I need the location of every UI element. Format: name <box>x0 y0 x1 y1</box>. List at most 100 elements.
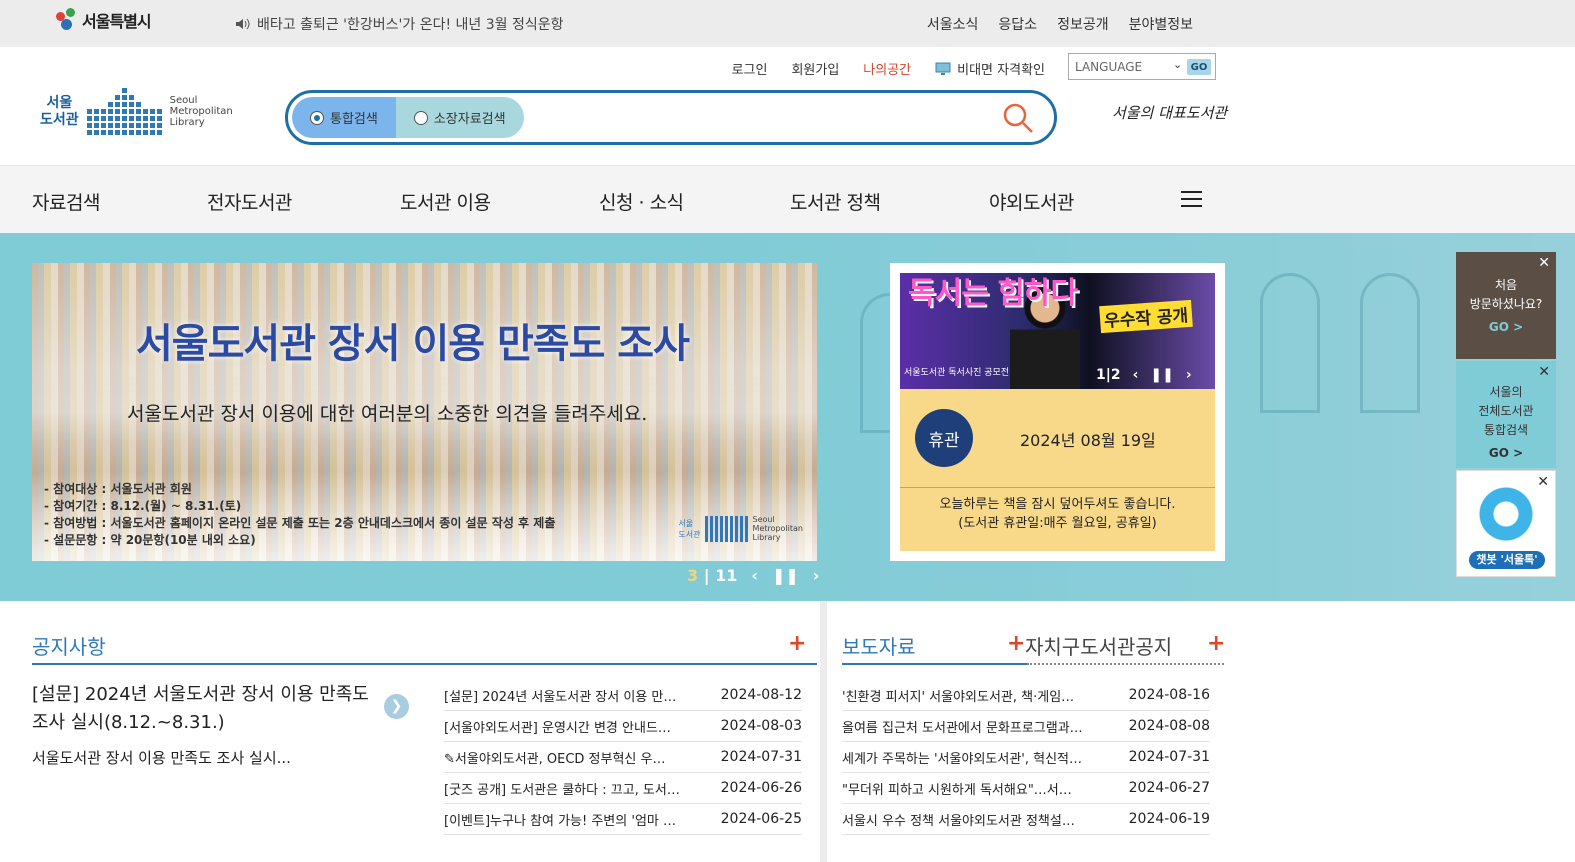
close-icon[interactable]: ✕ <box>1538 363 1550 382</box>
list-item[interactable]: ✎서울야외도서관, OECD 정부혁신 우… 2024-07-31 <box>444 742 802 773</box>
logo-dot <box>93 123 99 128</box>
pause-icon[interactable]: ❚❚ <box>1150 367 1173 383</box>
logo-dot <box>128 102 134 107</box>
logo-dot <box>87 88 92 93</box>
logo-dot <box>86 116 92 121</box>
search-tab-holdings-label: 소장자료검색 <box>433 112 506 127</box>
logo-dot <box>94 95 99 100</box>
logo-dot <box>121 95 127 100</box>
pause-icon[interactable]: ❚❚ <box>772 566 799 585</box>
login-link[interactable]: 로그인 <box>732 59 768 78</box>
seoul-city-logo[interactable]: 서울특별시 <box>56 8 152 32</box>
logo-dot <box>150 102 155 107</box>
unified-line2: 전체도서관 <box>1478 404 1534 418</box>
tab-district-library[interactable]: 자치구도서관공지 <box>1025 631 1172 660</box>
nav-item-e-library[interactable]: 전자도서관 <box>207 188 292 215</box>
notice-item-title: 서울야외도서관, OECD 정부혁신 우… <box>454 751 666 767</box>
logo-dot <box>107 123 113 128</box>
plus-icon[interactable]: + <box>1207 631 1225 656</box>
chevron-right-icon[interactable]: › <box>1186 367 1192 383</box>
main-banner[interactable]: 서울도서관 장서 이용 만족도 조사 서울도서관 장서 이용에 대한 여러분의 … <box>32 263 817 561</box>
my-space-link[interactable]: 나의공간 <box>863 59 911 78</box>
side-page-counter: 1|2 <box>1096 367 1121 383</box>
unified-go[interactable]: GO > <box>1456 444 1556 463</box>
menu-icon[interactable] <box>1181 191 1202 212</box>
banner-detail: - 참여기간 : 8.12.(월) ~ 8.31.(토) <box>44 499 242 513</box>
logo-dot <box>150 95 155 100</box>
logo-dot <box>142 123 148 128</box>
nav-item-outdoor-library[interactable]: 야외도서관 <box>989 188 1074 215</box>
chevron-left-icon[interactable]: ‹ <box>751 566 758 585</box>
window-decoration <box>1360 273 1420 413</box>
notice-title[interactable]: 공지사항 <box>32 631 106 660</box>
top-link-eungdapso[interactable]: 응답소 <box>998 14 1037 34</box>
closed-badge: 휴관 <box>915 409 973 467</box>
list-item[interactable]: [서울야외도서관] 운영시간 변경 안내드… 2024-08-03 <box>444 711 802 742</box>
list-item[interactable]: 서울시 우수 정책 서울야외도서관 정책설… 2024-06-19 <box>842 804 1210 835</box>
first-visit-go[interactable]: GO > <box>1456 318 1556 337</box>
list-item[interactable]: '친환경 피서지' 서울야외도서관, 책·게임… 2024-08-16 <box>842 680 1210 711</box>
featured-notice-title[interactable]: [설문] 2024년 서울도서관 장서 이용 만족도 조사 실시(8.12.~8… <box>32 681 382 737</box>
plus-icon[interactable]: + <box>788 631 806 656</box>
list-item[interactable]: "무더위 피하고 시원하게 독서해요"…서… 2024-06-27 <box>842 773 1210 804</box>
logo-dot <box>149 116 155 121</box>
list-item[interactable]: 세계가 주목하는 '서울야외도서관', 혁신적… 2024-07-31 <box>842 742 1210 773</box>
quick-menu: ✕ 처음 방문하셨나요? GO > ✕ 서울의 전체도서관 통합검색 GO > … <box>1456 252 1556 579</box>
slogan-text: 서울의 대표도서관 <box>1112 104 1228 122</box>
join-link[interactable]: 회원가입 <box>791 59 839 78</box>
nav-item-policy[interactable]: 도서관 정책 <box>790 188 881 215</box>
top-link-info-disclosure[interactable]: 정보공개 <box>1057 14 1109 34</box>
logo-dot <box>128 123 134 128</box>
logo-dot <box>135 123 141 128</box>
search-tab-holdings[interactable]: 소장자료검색 <box>395 97 524 138</box>
language-select[interactable]: LANGUAGE ⌄ GO <box>1068 53 1216 80</box>
close-icon[interactable]: ✕ <box>1537 473 1549 492</box>
top-notice-text: 배타고 출퇴근 '한강버스'가 온다! 내년 3월 정식운항 <box>257 17 564 33</box>
nav-item-library-use[interactable]: 도서관 이용 <box>400 188 491 215</box>
tab-press[interactable]: 보도자료 <box>842 631 916 660</box>
top-notice[interactable]: 배타고 출퇴근 '한강버스'가 온다! 내년 3월 정식운항 <box>235 14 564 34</box>
logo-dot <box>149 109 155 114</box>
logo-dot <box>142 130 148 135</box>
list-item[interactable]: [굿즈 공개] 도서관은 쿨하다 : 끄고, 도서… 2024-06-26 <box>444 773 802 804</box>
chevron-right-icon[interactable]: › <box>813 566 820 585</box>
first-visit-quick[interactable]: ✕ 처음 방문하셨나요? GO > <box>1456 252 1556 359</box>
notice-item-title: [굿즈 공개] 도서관은 쿨하다 : 끄고, 도서… <box>444 782 680 798</box>
press-item-date: 2024-06-27 <box>1128 780 1210 796</box>
list-item[interactable]: 올여름 집근처 도서관에서 문화프로그램과… 2024-08-08 <box>842 711 1210 742</box>
top-link-news[interactable]: 서울소식 <box>927 14 979 34</box>
chevron-left-icon[interactable]: ‹ <box>1133 367 1139 383</box>
search-button[interactable] <box>1002 102 1034 138</box>
verify-link[interactable]: 비대면 자격확인 <box>935 59 1045 78</box>
logo-dot <box>136 88 141 93</box>
list-item[interactable]: [설문] 2024년 서울도서관 장서 이용 만… 2024-08-12 <box>444 680 802 711</box>
plus-icon[interactable]: + <box>1007 631 1025 656</box>
press-item-title: '친환경 피서지' 서울야외도서관, 책·게임… <box>842 689 1075 705</box>
logo-dot <box>114 109 120 114</box>
window-decoration <box>1260 273 1320 413</box>
nav-item-apply-news[interactable]: 신청 · 소식 <box>599 188 684 215</box>
list-item[interactable]: [이벤트]누구나 참여 가능! 주변의 '엄마 … 2024-06-25 <box>444 804 802 835</box>
press-item-date: 2024-08-16 <box>1128 687 1210 703</box>
logo-dot <box>86 130 92 135</box>
nav-item-search[interactable]: 자료검색 <box>32 188 100 215</box>
close-icon[interactable]: ✕ <box>1538 254 1550 273</box>
notice-item-date: 2024-06-25 <box>720 811 802 827</box>
search-tab-all-label: 통합검색 <box>330 112 378 127</box>
press-item-date: 2024-06-19 <box>1128 811 1210 827</box>
logo-dot <box>121 109 127 114</box>
unified-search-quick[interactable]: ✕ 서울의 전체도서관 통합검색 GO > <box>1456 361 1556 468</box>
notice-item-title: [설문] 2024년 서울도서관 장서 이용 만… <box>444 689 677 705</box>
search-tab-all[interactable]: 통합검색 <box>292 97 396 138</box>
chatbot-quick[interactable]: ✕ 챗봇 '서울톡' <box>1456 470 1556 577</box>
press-list: '친환경 피서지' 서울야외도서관, 책·게임… 2024-08-16 올여름 집… <box>842 680 1210 835</box>
top-link-field-info[interactable]: 분야별정보 <box>1129 14 1193 34</box>
logo-dot <box>101 88 106 93</box>
logo-dot <box>128 109 134 114</box>
logo-dot <box>121 116 127 121</box>
library-logo[interactable]: 서울 도서관 Seoul Metropolitan Library <box>40 88 233 135</box>
language-go-button[interactable]: GO <box>1187 59 1211 75</box>
logo-dot <box>93 109 99 114</box>
arrow-right-icon[interactable]: ❯ <box>384 694 409 719</box>
logo-dot <box>108 95 113 100</box>
